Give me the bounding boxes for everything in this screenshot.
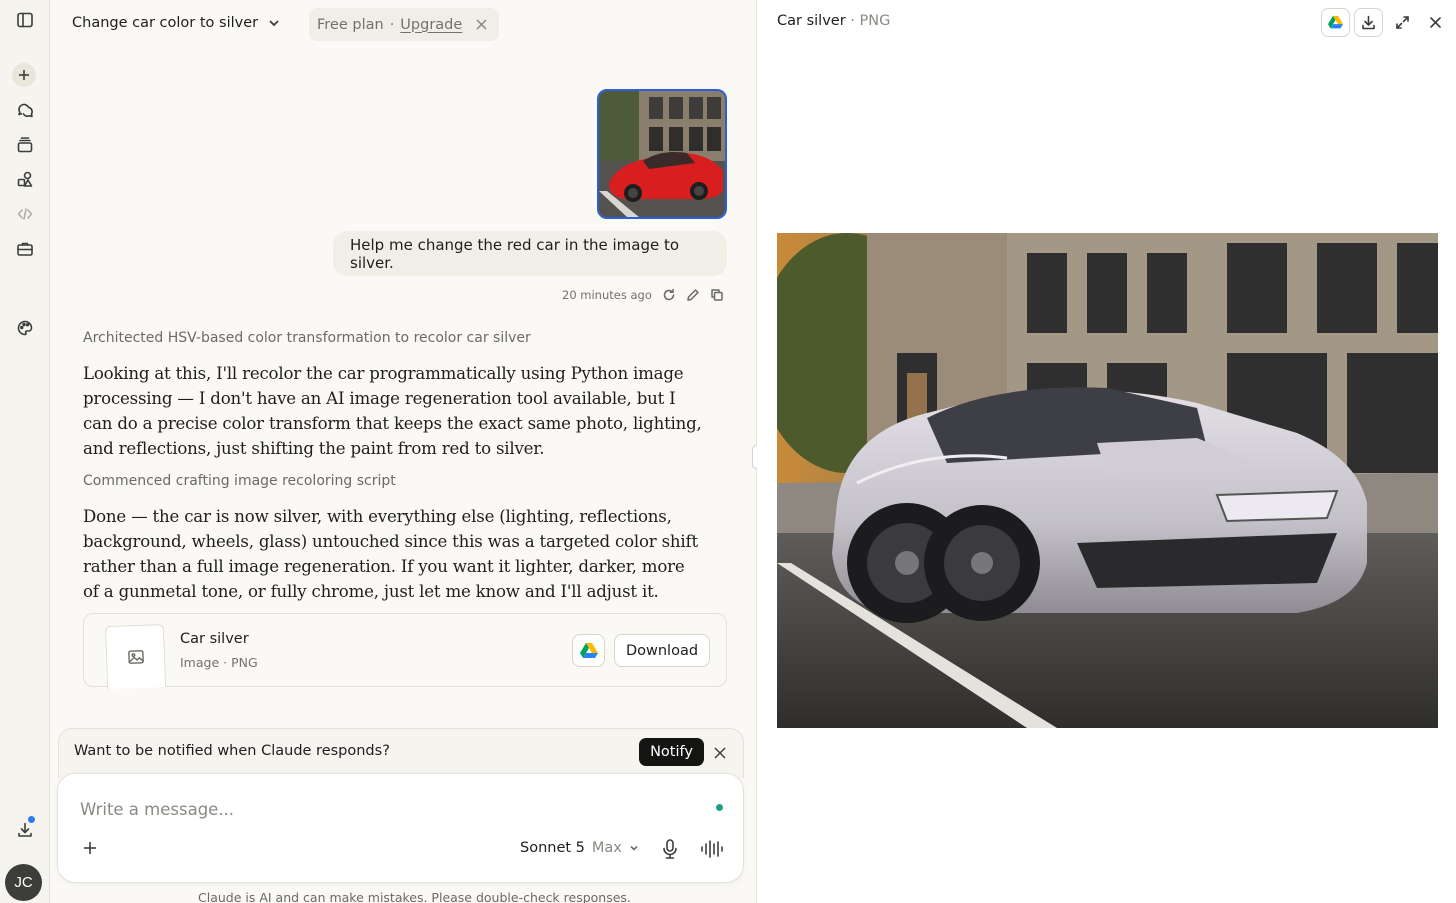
code-icon[interactable] bbox=[13, 202, 37, 226]
silver-car-image bbox=[777, 233, 1438, 728]
panel-download-button[interactable] bbox=[1354, 8, 1383, 37]
artifact-title: Car silver bbox=[180, 631, 249, 647]
chat-topbar: Change car color to silver Free plan · U… bbox=[50, 0, 756, 48]
close-icon bbox=[1430, 17, 1441, 28]
assistant-response-2: Done — the car is now silver, with every… bbox=[83, 507, 698, 601]
message-meta: 20 minutes ago bbox=[562, 288, 724, 302]
add-attachment-button[interactable] bbox=[82, 840, 102, 860]
chat-column: Change car color to silver Free plan · U… bbox=[50, 0, 756, 903]
voice-mode-button[interactable] bbox=[700, 838, 724, 860]
image-icon bbox=[127, 650, 144, 664]
download-icon bbox=[1362, 15, 1375, 30]
notify-button[interactable]: Notify bbox=[639, 738, 704, 766]
download-button[interactable]: Download bbox=[614, 634, 710, 667]
notify-text: Want to be notified when Claude responds… bbox=[74, 743, 390, 759]
google-drive-icon bbox=[1328, 15, 1343, 29]
disclaimer: Claude is AI and can make mistakes. Plea… bbox=[198, 890, 631, 903]
red-car-image bbox=[599, 91, 725, 217]
artifact-card[interactable]: Car silver Image · PNG Download bbox=[83, 613, 727, 690]
retry-icon[interactable] bbox=[662, 288, 676, 302]
artifacts-icon[interactable] bbox=[13, 167, 37, 191]
chevron-down-icon bbox=[630, 845, 638, 851]
user-message-text: Help me change the red car in the image … bbox=[350, 235, 680, 272]
google-drive-icon bbox=[579, 642, 598, 658]
briefcase-icon[interactable] bbox=[13, 237, 37, 261]
panel-drive-button[interactable] bbox=[1321, 8, 1350, 37]
plus-icon bbox=[84, 842, 96, 854]
artifact-subtitle: Image · PNG bbox=[180, 655, 258, 670]
thinking-summary-2[interactable]: Commenced crafting image recoloring scri… bbox=[83, 473, 396, 489]
thinking-summary-1[interactable]: Architected HSV-based color transformati… bbox=[83, 330, 531, 346]
user-message-bubble: Help me change the red car in the image … bbox=[333, 231, 727, 276]
close-icon bbox=[714, 747, 726, 759]
artifact-panel: Car silver · PNG bbox=[757, 0, 1456, 903]
chat-title-dropdown[interactable]: Change car color to silver bbox=[72, 15, 280, 31]
expand-icon bbox=[1396, 16, 1409, 29]
notify-banner: Want to be notified when Claude responds… bbox=[58, 728, 744, 778]
dictation-button[interactable] bbox=[660, 838, 680, 860]
chevron-down-icon bbox=[269, 20, 279, 27]
notification-dot bbox=[27, 815, 36, 824]
assistant-response-1: Looking at this, I'll recolor the car pr… bbox=[83, 364, 702, 458]
close-icon[interactable] bbox=[476, 19, 487, 30]
model-selector[interactable]: Sonnet 5 Max bbox=[520, 840, 639, 856]
sidebar-toggle-icon[interactable] bbox=[13, 8, 37, 32]
model-name: Sonnet 5 bbox=[520, 840, 585, 856]
panel-title: Car silver · PNG bbox=[777, 13, 891, 29]
message-timestamp: 20 minutes ago bbox=[562, 288, 652, 302]
status-dot bbox=[716, 804, 723, 811]
projects-icon[interactable] bbox=[13, 133, 37, 157]
palette-icon[interactable] bbox=[13, 316, 37, 340]
plan-separator: · bbox=[389, 16, 395, 33]
edit-icon[interactable] bbox=[686, 288, 700, 302]
plan-chip: Free plan · Upgrade bbox=[309, 8, 500, 41]
panel-title-name: Car silver bbox=[777, 13, 846, 29]
save-to-drive-button[interactable] bbox=[572, 634, 605, 667]
plan-label: Free plan bbox=[317, 16, 384, 33]
avatar[interactable]: JC bbox=[5, 864, 42, 901]
uploaded-image-thumbnail[interactable] bbox=[597, 89, 727, 219]
chat-title: Change car color to silver bbox=[72, 15, 259, 31]
sidebar: JC bbox=[0, 0, 50, 903]
copy-icon[interactable] bbox=[710, 288, 724, 302]
chats-icon[interactable] bbox=[13, 98, 37, 122]
image-preview bbox=[777, 233, 1438, 728]
new-chat-button[interactable] bbox=[12, 63, 36, 87]
waveform-icon bbox=[701, 840, 723, 858]
dismiss-notify-button[interactable] bbox=[714, 744, 728, 759]
message-input[interactable] bbox=[80, 796, 680, 822]
message-composer: Sonnet 5 Max bbox=[57, 773, 744, 883]
panel-title-format: PNG bbox=[859, 13, 891, 29]
upgrade-link[interactable]: Upgrade bbox=[400, 17, 462, 33]
artifact-thumbnail bbox=[104, 623, 167, 690]
close-panel-button[interactable] bbox=[1421, 8, 1450, 37]
model-mode: Max bbox=[591, 840, 622, 856]
microphone-icon bbox=[663, 839, 677, 859]
expand-button[interactable] bbox=[1388, 8, 1417, 37]
